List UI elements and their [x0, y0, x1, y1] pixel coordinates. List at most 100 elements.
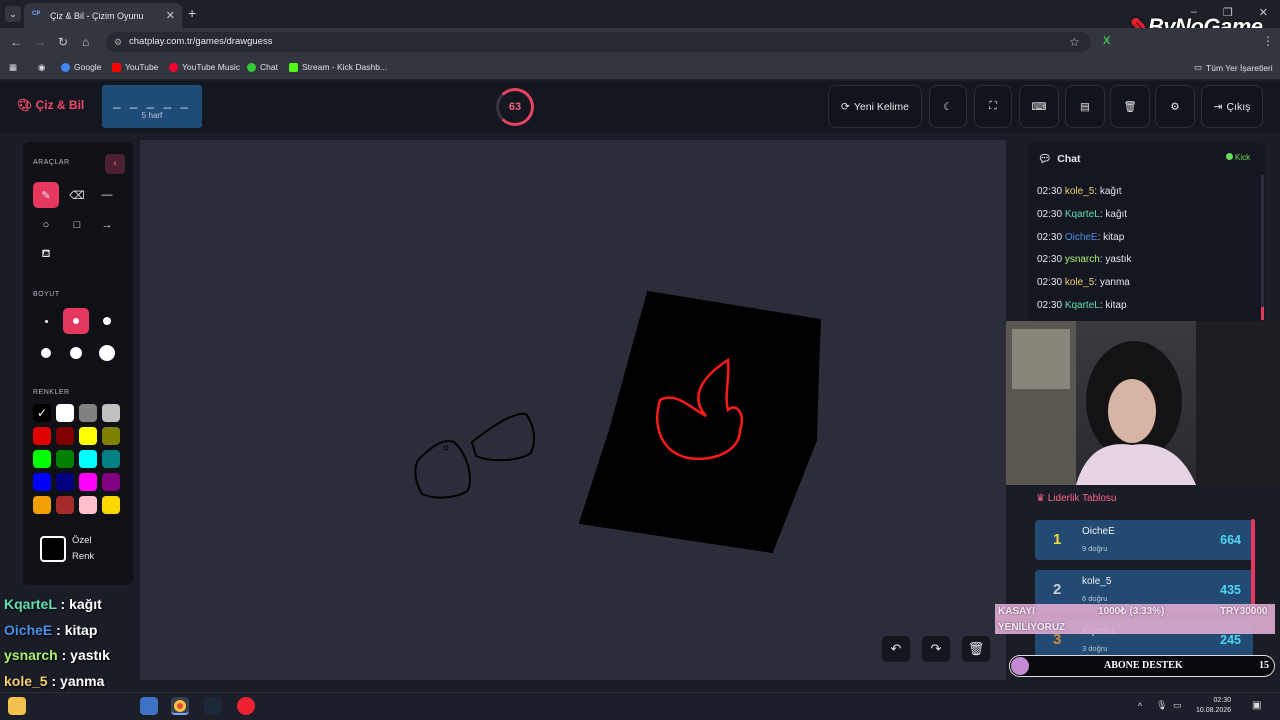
color-swatch[interactable] — [33, 450, 51, 468]
size-6-button[interactable] — [94, 340, 120, 366]
color-swatch[interactable] — [56, 473, 74, 491]
pen-tool[interactable]: ✎ — [33, 182, 59, 208]
site-info-icon[interactable]: ⚙ — [114, 32, 122, 52]
all-bookmarks-folder[interactable]: ▭ Tüm Yer İşaretleri — [1194, 62, 1273, 73]
color-swatch[interactable] — [79, 450, 97, 468]
size-5-button[interactable] — [63, 340, 89, 366]
redo-button[interactable]: ↷ — [922, 636, 950, 662]
rectangle-tool[interactable]: □ — [64, 212, 90, 238]
new-tab-plus-icon[interactable]: + — [188, 5, 196, 21]
taskbar-steam-icon[interactable] — [204, 697, 222, 715]
line-tool[interactable]: — — [94, 182, 120, 208]
new-word-button[interactable]: ⟳ Yeni Kelime — [828, 85, 922, 128]
taskbar-chrome-icon[interactable] — [171, 697, 189, 715]
size-2-button[interactable] — [63, 308, 89, 334]
color-swatch[interactable] — [102, 450, 120, 468]
collapse-tools-button[interactable]: ‹ — [105, 154, 125, 174]
bookmark-youtube-music[interactable]: YouTube Music — [169, 62, 240, 72]
color-swatch[interactable] — [56, 404, 74, 422]
color-swatch[interactable] — [79, 496, 97, 514]
webcam-face — [1108, 379, 1156, 443]
chat-user[interactable]: OicheE — [1065, 232, 1098, 243]
home-icon[interactable]: ⌂ — [82, 35, 89, 49]
overlay-chat-user: OicheE — [4, 621, 53, 638]
chat-user[interactable]: KqarteL — [1065, 300, 1100, 311]
color-swatch[interactable] — [79, 404, 97, 422]
bookmark-google[interactable]: Google — [61, 62, 101, 72]
colors-heading: RENKLER — [33, 389, 70, 396]
chat-user[interactable]: ysnarch — [1065, 254, 1100, 265]
leaderboard-scrollbar[interactable] — [1251, 519, 1255, 614]
dark-mode-button[interactable]: ☾ — [929, 85, 967, 128]
size-3-button[interactable] — [94, 308, 120, 334]
browser-tab[interactable]: CP Çiz & Bil - Çizim Oyunu ✕ — [24, 3, 182, 28]
tray-chevron-icon[interactable]: ^ — [1138, 701, 1142, 711]
bookmark-chat[interactable]: Chat — [247, 62, 278, 72]
color-swatch[interactable] — [79, 473, 97, 491]
arrow-tool[interactable]: → — [94, 212, 120, 238]
notifications-icon[interactable]: ▣ — [1252, 700, 1261, 711]
circle-tool[interactable]: ○ — [33, 212, 59, 238]
apps-grid-icon[interactable]: ▦ — [9, 62, 17, 73]
comments-icon: 💬︎ — [1038, 153, 1052, 165]
url-field[interactable]: ⚙ chatplay.com.tr/games/drawguess — [106, 32, 1091, 52]
drawing-canvas[interactable] — [140, 140, 1006, 680]
moon-icon: ☾ — [943, 100, 953, 113]
taskbar-clock[interactable]: 02:30 10.08.2026 — [1196, 696, 1231, 716]
chat-user[interactable]: kole_5 — [1065, 186, 1094, 197]
taskbar-obs-icon[interactable] — [237, 697, 255, 715]
tab-search-chevron-icon[interactable]: ⌄ — [5, 6, 21, 22]
color-swatch[interactable] — [33, 496, 51, 514]
custom-color-swatch[interactable] — [40, 536, 66, 562]
size-dot — [41, 348, 51, 358]
chat-scroll-thumb[interactable] — [1261, 307, 1264, 320]
archive-button[interactable]: ▤ — [1065, 85, 1105, 128]
more-menu-icon[interactable]: ⋮ — [1262, 34, 1274, 48]
settings-button[interactable]: ⚙ — [1155, 85, 1195, 128]
word-length-hint: 5 harf — [141, 111, 163, 120]
extension-icon[interactable]: X — [1103, 35, 1110, 47]
bookmark-kick-dashboard[interactable]: Stream - Kick Dashb... — [289, 62, 387, 72]
color-swatch[interactable] — [79, 427, 97, 445]
youtube-icon — [112, 62, 121, 72]
chat-user[interactable]: kole_5 — [1065, 277, 1094, 288]
color-swatch[interactable] — [33, 473, 51, 491]
color-swatch[interactable] — [33, 427, 51, 445]
tray-mic-icon[interactable]: 🎙︎ — [1156, 700, 1167, 711]
line-icon: — — [101, 189, 113, 201]
size-1-button[interactable] — [33, 308, 59, 334]
size-4-button[interactable] — [33, 340, 59, 366]
color-swatch[interactable] — [102, 404, 120, 422]
keyboard-button[interactable]: ⌨ — [1019, 85, 1059, 128]
color-swatch[interactable] — [56, 496, 74, 514]
fill-tool[interactable]: ⛾ — [33, 242, 59, 268]
color-swatch[interactable] — [56, 427, 74, 445]
delete-button[interactable]: 🗑︎ — [1110, 85, 1150, 128]
fullscreen-button[interactable]: ⛶ — [974, 85, 1012, 128]
color-swatch[interactable] — [102, 496, 120, 514]
webcam-shirt — [1076, 444, 1196, 485]
color-swatch[interactable] — [102, 427, 120, 445]
chrome-icon[interactable]: ◉ — [38, 62, 45, 73]
chat-scrollbar[interactable] — [1261, 175, 1264, 320]
back-arrow-icon[interactable]: ← — [10, 35, 22, 49]
taskbar-app-icon[interactable] — [140, 697, 158, 715]
undo-button[interactable]: ↶ — [882, 636, 910, 662]
bookmark-star-icon[interactable]: ☆ — [1069, 35, 1080, 49]
tray-network-icon[interactable]: ▭ — [1173, 700, 1182, 711]
reload-icon[interactable]: ↻ — [58, 35, 68, 49]
eraser-tool[interactable]: ⌫ — [64, 182, 90, 208]
drawn-stroke-dot — [443, 445, 449, 451]
exit-button[interactable]: ⇥ Çıkış — [1201, 85, 1263, 128]
forward-arrow-icon[interactable]: → — [34, 35, 46, 49]
paint-bucket-icon: ⛾ — [41, 248, 51, 260]
chat-user[interactable]: KqarteL — [1065, 209, 1100, 220]
close-tab-icon[interactable]: ✕ — [166, 9, 175, 22]
bookmark-youtube[interactable]: YouTube — [112, 62, 158, 72]
color-swatch[interactable] — [102, 473, 120, 491]
color-swatch[interactable]: ✓ — [33, 404, 51, 422]
clear-canvas-button[interactable]: 🗑︎ — [962, 636, 990, 662]
taskbar-app-icon[interactable] — [8, 697, 26, 715]
overlay-chat-line: kole_5 : yanma — [4, 672, 105, 689]
color-swatch[interactable] — [56, 450, 74, 468]
